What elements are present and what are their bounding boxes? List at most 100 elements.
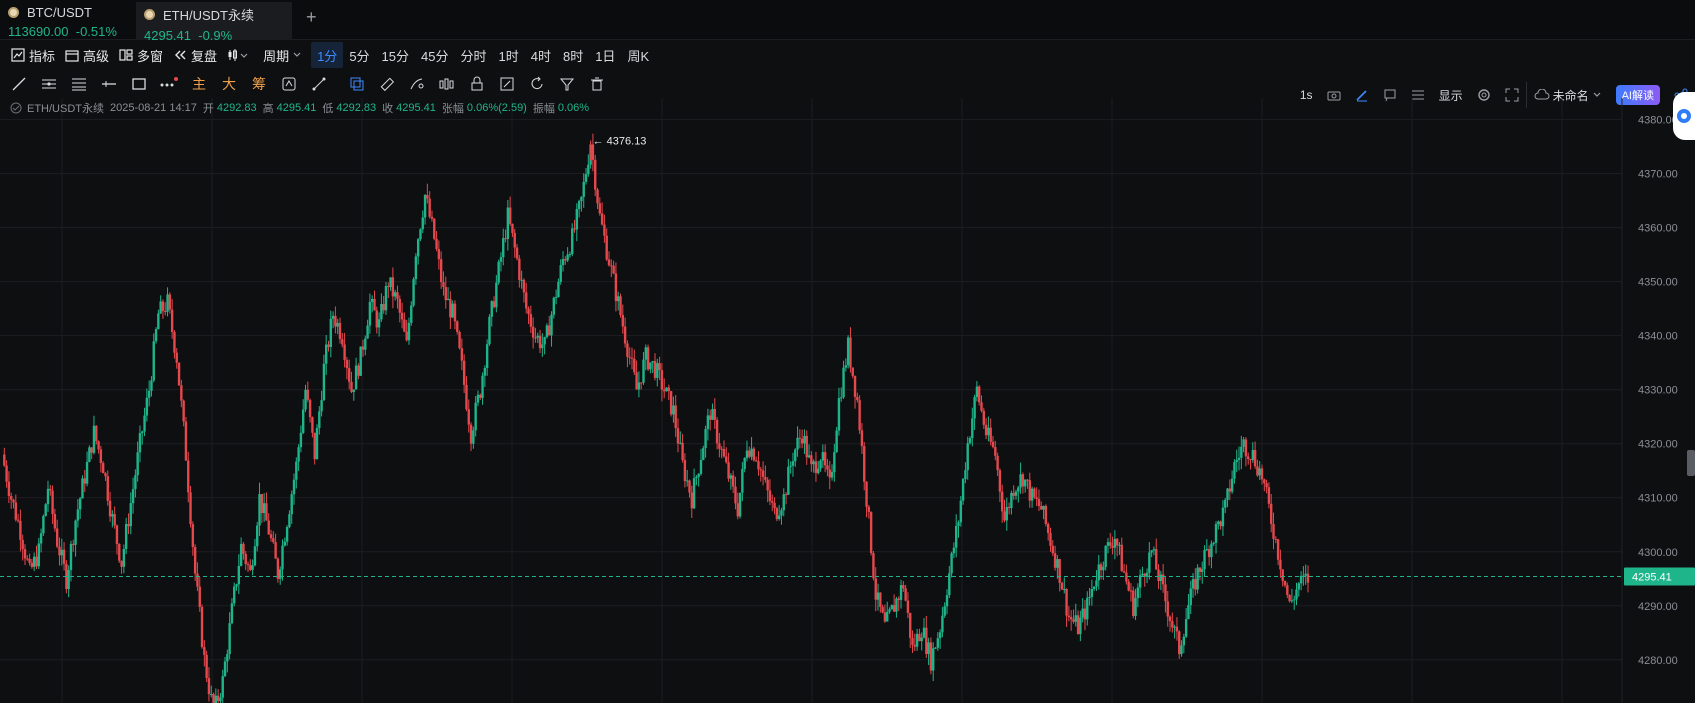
candle-body [1297, 583, 1301, 590]
period-option[interactable]: 1时 [493, 42, 525, 68]
candle-body [720, 448, 723, 450]
scale-drag-handle[interactable] [1687, 450, 1695, 476]
candle-body [1019, 474, 1022, 488]
more-tools-icon[interactable] [154, 71, 184, 97]
candle-body [285, 527, 289, 542]
candle-body [182, 400, 185, 422]
candle-body [1270, 503, 1273, 525]
candle-body [1249, 458, 1252, 460]
trash-icon[interactable] [582, 71, 612, 97]
period-option[interactable]: 分时 [454, 42, 492, 68]
candle-body [460, 348, 464, 361]
candle-body [550, 314, 553, 336]
candle-body [235, 584, 238, 587]
candle-body [69, 543, 73, 571]
candle-type-button[interactable] [222, 42, 258, 68]
period-option[interactable]: 周K [621, 42, 655, 68]
open-value: 4292.83 [216, 102, 257, 114]
candle-body [653, 361, 657, 378]
candle-body [1207, 549, 1211, 558]
candle-body [978, 386, 981, 403]
candle-body [541, 344, 544, 349]
candle-body [821, 452, 825, 461]
add-tab-icon[interactable]: + [306, 7, 317, 28]
period-list: 1分 5分 15分 45分 分时 1时 4时 8时 1日 周K [311, 42, 655, 68]
refresh-icon[interactable] [522, 71, 552, 97]
filter-icon[interactable] [552, 71, 582, 97]
candle-body [81, 478, 84, 499]
copy-icon[interactable] [342, 71, 372, 97]
candle-body [1293, 599, 1296, 601]
candle-body [490, 301, 493, 317]
candle-body [904, 588, 907, 601]
measure-icon[interactable] [304, 71, 334, 97]
period-option[interactable]: 1分 [311, 42, 344, 68]
candle-body [177, 362, 181, 386]
indicator-button[interactable]: 指标 [6, 42, 60, 68]
main-chart-toggle[interactable]: 主 [184, 71, 214, 97]
candle-body [1237, 457, 1241, 460]
candle-body [559, 265, 562, 282]
candle-body [251, 565, 254, 570]
candle-body [416, 239, 420, 257]
big-order-toggle[interactable]: 大 [214, 71, 244, 97]
candle-body [552, 297, 556, 315]
advanced-button[interactable]: 高级 [60, 42, 114, 68]
horizontal-line-icon[interactable] [94, 71, 124, 97]
candle-body [1189, 588, 1192, 606]
edit-note-icon[interactable] [492, 71, 522, 97]
high-label: 高 [262, 103, 274, 115]
candle-body [679, 442, 682, 444]
candle-body [403, 319, 406, 332]
candle-body [228, 623, 231, 655]
parallel-lines-icon[interactable] [34, 71, 64, 97]
candle-body [1104, 545, 1107, 567]
candle-body [646, 347, 650, 370]
candle-body [315, 428, 319, 460]
chip-distribution-toggle[interactable]: 筹 [244, 71, 274, 97]
candle-body [9, 496, 13, 500]
magnet-icon[interactable] [274, 71, 304, 97]
multi-window-label: 多窗 [137, 48, 164, 64]
candle-body [980, 402, 983, 411]
multi-window-button[interactable]: 多窗 [114, 42, 168, 68]
candle-body [722, 449, 726, 457]
period-option[interactable]: 8时 [557, 42, 589, 68]
price-chart[interactable]: 4280.00 4290.00 4300.00 4310.00 4320.00 4330.… [0, 98, 1695, 703]
candle-body [798, 437, 802, 439]
tab-eth-usdt-perp[interactable]: ETH/USDT永续 4295.41 -0.9% [136, 2, 292, 43]
candle-body [53, 514, 57, 529]
candle-body [1260, 468, 1264, 480]
pattern-icon[interactable] [432, 71, 462, 97]
lock-icon[interactable] [462, 71, 492, 97]
period-option[interactable]: 4时 [525, 42, 557, 68]
rectangle-icon[interactable] [124, 71, 154, 97]
trendline-icon[interactable] [4, 71, 34, 97]
candle-body [525, 292, 528, 309]
candle-body [421, 217, 424, 230]
period-menu-button[interactable]: 周期 [258, 42, 311, 68]
candle-body [897, 598, 900, 600]
visibility-toggle-icon[interactable] [10, 102, 22, 114]
candle-body [688, 480, 691, 493]
period-option[interactable]: 5分 [343, 42, 375, 68]
side-assistant-button[interactable] [1673, 92, 1695, 140]
candle-body [131, 489, 135, 504]
ruler-icon[interactable] [372, 71, 402, 97]
candle-body [718, 443, 721, 449]
replay-button[interactable]: 复盘 [168, 42, 222, 68]
fib-lines-icon[interactable] [64, 71, 94, 97]
candle-body [23, 549, 27, 559]
candle-body [536, 335, 539, 338]
candle-body [1283, 580, 1287, 586]
candle-body [193, 546, 197, 574]
low-label: 低 [322, 103, 334, 115]
brush-icon[interactable] [402, 71, 432, 97]
candle-body [354, 365, 358, 390]
period-option[interactable]: 1日 [589, 42, 621, 68]
candle-body [124, 524, 128, 550]
tab-btc-usdt[interactable]: BTC/USDT 113690.00 -0.51% [0, 2, 132, 40]
period-option[interactable]: 45分 [415, 42, 454, 68]
period-option[interactable]: 15分 [376, 42, 415, 68]
candle-body [1067, 615, 1071, 618]
